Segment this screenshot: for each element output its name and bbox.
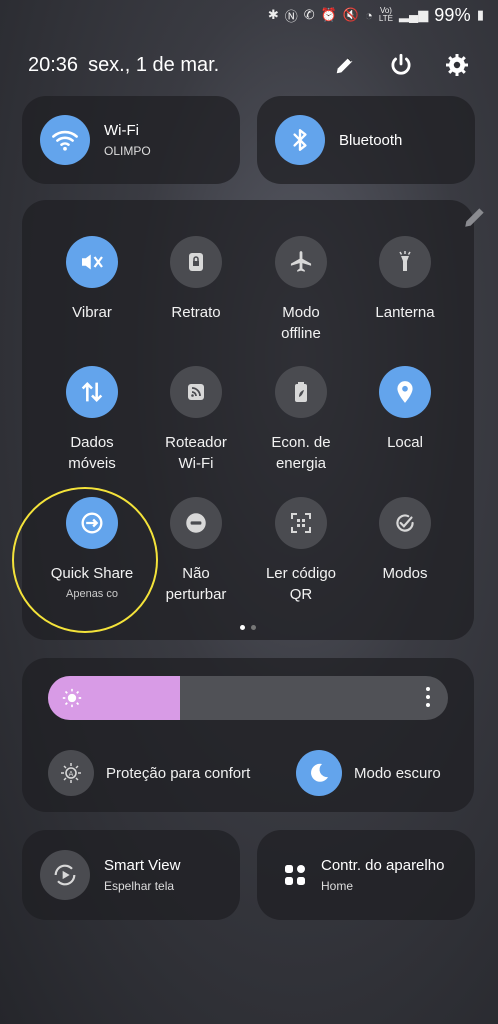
qr-scanner-icon[interactable] xyxy=(275,497,327,549)
tile-local[interactable]: Local xyxy=(350,366,460,453)
quick-panel-header: 20:36 sex., 1 de mar. xyxy=(28,50,470,80)
wifi-tile-name: Wi-Fi xyxy=(104,122,139,139)
edit-pencil-icon[interactable] xyxy=(332,52,358,78)
tile-retrato[interactable]: Retrato xyxy=(141,236,251,323)
bluetooth-tile-name: Bluetooth xyxy=(339,131,403,149)
dark-mode-toggle[interactable]: Modo escuro xyxy=(296,750,441,796)
wifi-tile[interactable]: Wi-Fi OLIMPO xyxy=(22,96,240,184)
tile-label: Retrato xyxy=(171,304,221,321)
eye-comfort-icon[interactable]: A xyxy=(48,750,94,796)
svg-text:A: A xyxy=(69,771,74,778)
wifi-status-icon: ◔ xyxy=(365,7,373,23)
modes-icon[interactable] xyxy=(379,497,431,549)
hotspot-icon[interactable] xyxy=(170,366,222,418)
brightness-card: A Proteção para confort Modo escuro xyxy=(22,658,474,812)
tile-label: Econ. de energia xyxy=(271,434,331,472)
clock[interactable]: 20:36 xyxy=(28,54,78,77)
tile-label: Modo offline xyxy=(281,304,321,342)
airplane-icon[interactable] xyxy=(275,236,327,288)
tile-roteador-wifi[interactable]: Roteador Wi-Fi xyxy=(141,366,251,474)
device-control-name: Contr. do aparelho xyxy=(321,857,445,874)
comfort-protection-toggle[interactable]: A Proteção para confort xyxy=(48,750,250,796)
power-icon[interactable] xyxy=(388,52,414,78)
wifi-icon[interactable] xyxy=(40,115,90,165)
tile-modos[interactable]: Modos xyxy=(350,497,460,584)
more-options-icon[interactable] xyxy=(426,687,430,707)
tile-label: Roteador Wi-Fi xyxy=(165,434,227,472)
tile-ler-codigo-qr[interactable]: Ler código QR xyxy=(246,497,356,605)
page-dot xyxy=(251,625,256,630)
comfort-label: Proteção para confort xyxy=(106,764,251,782)
status-bar: ✱ Ⓝ ✆ ⏰ 🔇 ◔ Vo) LTE ▂▄▆ 99% ▮ xyxy=(268,4,484,26)
device-control-grid-icon[interactable] xyxy=(283,863,307,887)
signal-icon: ▂▄▆ xyxy=(398,7,429,22)
tile-label: Vibrar xyxy=(72,304,112,321)
tile-label: Modos xyxy=(382,565,428,582)
tile-label: Local xyxy=(387,434,423,451)
tile-vibrar[interactable]: Vibrar xyxy=(37,236,147,323)
smart-view-name: Smart View xyxy=(104,857,181,874)
power-saving-icon[interactable] xyxy=(275,366,327,418)
date[interactable]: sex., 1 de mar. xyxy=(88,54,219,77)
settings-gear-icon[interactable] xyxy=(444,52,470,78)
tile-lanterna[interactable]: Lanterna xyxy=(350,236,460,323)
page-dot-active xyxy=(240,625,245,630)
vibrate-icon[interactable] xyxy=(66,236,118,288)
page-indicator[interactable] xyxy=(240,625,256,630)
volte-icon: Vo) LTE xyxy=(378,6,393,23)
moon-icon[interactable] xyxy=(296,750,342,796)
tile-label: Ler código QR xyxy=(265,565,337,603)
do-not-disturb-icon[interactable] xyxy=(170,497,222,549)
dark-mode-label: Modo escuro xyxy=(354,764,441,782)
tile-modo-offline[interactable]: Modo offline xyxy=(246,236,356,344)
bluetooth-status-icon: ✱ xyxy=(267,7,279,22)
wifi-calling-icon: ✆ xyxy=(303,7,315,22)
tile-label: Não perturbar xyxy=(165,565,227,603)
device-control-tile[interactable]: Contr. do aparelho Home xyxy=(257,830,475,920)
device-control-sub: Home xyxy=(321,879,354,893)
sun-icon xyxy=(62,688,82,708)
highlight-annotation-circle xyxy=(12,487,158,633)
brightness-slider[interactable] xyxy=(48,676,448,720)
tile-econ-energia[interactable]: Econ. de energia xyxy=(246,366,356,474)
mute-icon: 🔇 xyxy=(342,7,360,22)
edit-tiles-pencil-icon[interactable] xyxy=(462,204,490,232)
location-pin-icon[interactable] xyxy=(379,366,431,418)
tile-label: Dados móveis xyxy=(68,434,116,472)
bluetooth-tile[interactable]: Bluetooth xyxy=(257,96,475,184)
battery-icon: ▮ xyxy=(476,7,484,22)
battery-percent: 99% xyxy=(434,4,471,25)
smart-view-sub: Espelhar tela xyxy=(104,879,175,893)
mobile-data-icon[interactable] xyxy=(66,366,118,418)
rotation-lock-icon[interactable] xyxy=(170,236,222,288)
smart-view-tile[interactable]: Smart View Espelhar tela xyxy=(22,830,240,920)
bluetooth-icon[interactable] xyxy=(275,115,325,165)
alarm-icon: ⏰ xyxy=(320,7,337,22)
nfc-icon: Ⓝ xyxy=(284,8,298,24)
smart-view-icon[interactable] xyxy=(40,850,90,900)
tile-dados-moveis[interactable]: Dados móveis xyxy=(37,366,147,474)
wifi-network-name: OLIMPO xyxy=(104,144,151,158)
flashlight-icon[interactable] xyxy=(379,236,431,288)
tile-label: Lanterna xyxy=(375,304,435,321)
